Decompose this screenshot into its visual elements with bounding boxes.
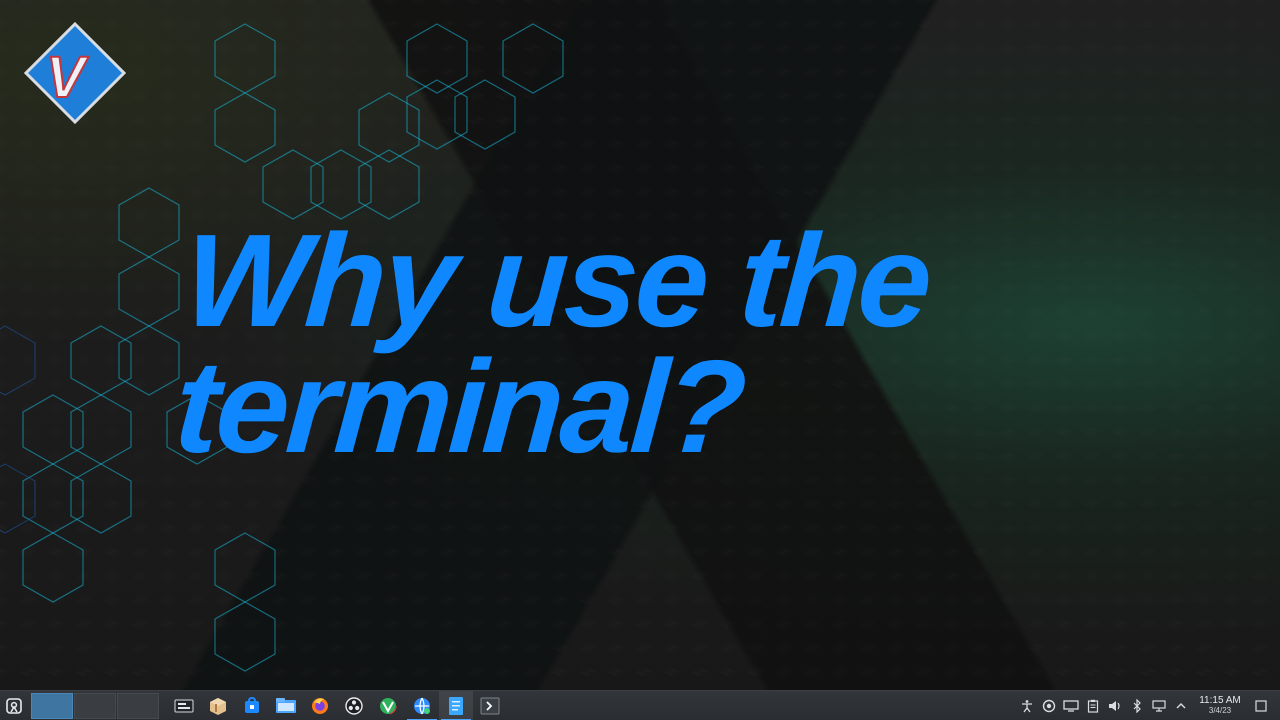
- software-store-icon: [245, 696, 259, 713]
- bluetooth-icon[interactable]: [1126, 691, 1148, 720]
- network-browser-icon: [414, 697, 430, 714]
- svg-text:V: V: [46, 45, 89, 110]
- virtual-desktop-3[interactable]: [117, 692, 159, 719]
- system-monitor-icon: [174, 699, 194, 712]
- volume-glyph-icon: [1109, 700, 1120, 711]
- hexagon-outline: [358, 92, 420, 163]
- clock-time: 11:15 AM: [1199, 694, 1241, 706]
- taskbar: 11:15 AM 3/4/23: [0, 690, 1280, 720]
- accessibility-glyph-icon: [1022, 699, 1032, 712]
- volume-icon[interactable]: [1104, 691, 1126, 720]
- firefox-icon: [312, 697, 328, 714]
- vivaldi-icon: [379, 696, 397, 715]
- obs-launcher[interactable]: [337, 691, 371, 720]
- start-menu-icon: [6, 697, 22, 714]
- file-manager-icon: [276, 697, 296, 713]
- headline-line-1: Why use the: [179, 207, 935, 354]
- text-editor-icon: [449, 696, 463, 715]
- system-tray: 11:15 AM 3/4/23: [1016, 691, 1280, 720]
- network-browser-launcher[interactable]: [405, 691, 439, 720]
- hexagon-outline: [214, 601, 276, 672]
- software-store-launcher[interactable]: [235, 691, 269, 720]
- show-desktop-button[interactable]: [1250, 691, 1272, 720]
- hexagon-outline: [22, 394, 84, 465]
- headline-line-2: terminal?: [170, 333, 748, 480]
- hexagon-outline: [118, 325, 180, 396]
- clock-date: 3/4/23: [1208, 705, 1232, 715]
- hexagon-outline: [0, 325, 36, 396]
- hexagon-outline: [70, 394, 132, 465]
- system-monitor-launcher[interactable]: [167, 691, 201, 720]
- hexagon-outline: [502, 23, 564, 94]
- clipboard-glyph-icon: [1087, 699, 1099, 713]
- network-glyph-icon: [1152, 699, 1166, 712]
- virtual-desktop-pager[interactable]: [31, 692, 159, 719]
- file-manager-launcher[interactable]: [269, 691, 303, 720]
- obs-icon: [345, 696, 363, 715]
- hexagon-outline: [454, 79, 516, 150]
- channel-logo: V: [23, 21, 127, 125]
- logo-v-icon: V: [23, 21, 127, 125]
- hexagon-outline: [0, 463, 36, 534]
- network-icon[interactable]: [1148, 691, 1170, 720]
- chevron-up-icon: [1176, 702, 1186, 708]
- show-desktop-icon: [1255, 699, 1267, 712]
- hexagon-outline: [214, 92, 276, 163]
- application-launcher-button[interactable]: [0, 691, 28, 720]
- digital-clock[interactable]: 11:15 AM 3/4/23: [1194, 691, 1246, 720]
- updates-glyph-icon: [1042, 699, 1056, 712]
- expand-tray-icon[interactable]: [1170, 691, 1192, 720]
- headline-title: Why use the terminal?: [170, 207, 935, 480]
- virtual-desktop-2[interactable]: [74, 692, 116, 719]
- firefox-launcher[interactable]: [303, 691, 337, 720]
- hexagon-outline: [22, 463, 84, 534]
- hexagon-outline: [406, 23, 468, 94]
- terminal-icon: [480, 697, 500, 714]
- text-editor-launcher[interactable]: [439, 690, 473, 720]
- task-manager: [167, 690, 507, 720]
- hexagon-outline: [70, 463, 132, 534]
- package-manager-launcher[interactable]: [201, 691, 235, 720]
- hexagon-outline: [70, 325, 132, 396]
- hexagon-outline: [214, 23, 276, 94]
- hexagon-outline: [406, 79, 468, 150]
- hexagon-outline: [118, 256, 180, 327]
- hexagon-outline: [22, 532, 84, 603]
- desktop-background: V Why use the terminal? 11:15 AM 3/4/23: [0, 0, 1280, 720]
- terminal-launcher[interactable]: [473, 691, 507, 720]
- display-glyph-icon: [1063, 699, 1079, 712]
- bluetooth-glyph-icon: [1133, 698, 1141, 713]
- vivaldi-launcher[interactable]: [371, 691, 405, 720]
- hexagon-outline: [214, 532, 276, 603]
- updates-icon[interactable]: [1038, 691, 1060, 720]
- package-manager-icon: [210, 697, 226, 715]
- display-icon[interactable]: [1060, 691, 1082, 720]
- virtual-desktop-1[interactable]: [31, 692, 73, 719]
- clipboard-icon[interactable]: [1082, 691, 1104, 720]
- accessibility-icon[interactable]: [1016, 691, 1038, 720]
- hexagon-outline: [118, 187, 180, 258]
